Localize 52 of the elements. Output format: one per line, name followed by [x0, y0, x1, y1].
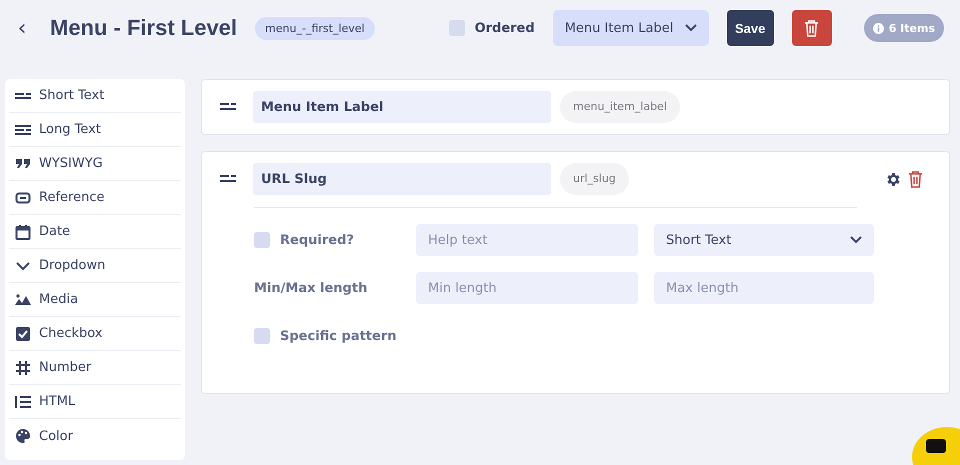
- min-length-input[interactable]: Min length: [416, 272, 638, 304]
- save-button[interactable]: Save: [726, 10, 774, 46]
- field-label-input[interactable]: URL Slug: [253, 163, 551, 195]
- sort-dropdown[interactable]: Menu Item Label: [552, 10, 709, 46]
- chevron-icon: [15, 262, 31, 270]
- pattern-checkbox[interactable]: [254, 328, 270, 344]
- field-type-item[interactable]: Checkbox: [9, 317, 181, 351]
- trash-icon[interactable]: [908, 170, 923, 188]
- dashes-icon: [15, 92, 31, 100]
- field-label-input[interactable]: Menu Item Label: [253, 91, 551, 123]
- required-checkbox[interactable]: [254, 232, 270, 248]
- field-key-tag: menu_item_label: [560, 91, 680, 123]
- count-text: 6 Items: [888, 22, 935, 34]
- page-title: Menu - First Level: [50, 15, 238, 41]
- chevron-icon: [850, 236, 862, 244]
- field-type-item[interactable]: WYSIWYG: [9, 147, 181, 181]
- min-max-label: Min/Max length: [254, 280, 368, 296]
- ordered-label: Ordered: [474, 20, 535, 36]
- back-button[interactable]: ‹: [12, 16, 32, 40]
- slug-tag: menu_-_first_level: [255, 16, 375, 40]
- field-type-item[interactable]: Long Text: [9, 113, 181, 147]
- quote-icon: [15, 158, 31, 169]
- palette-icon: [15, 428, 31, 444]
- link-icon: [15, 192, 31, 204]
- field-type-item[interactable]: Short Text: [9, 79, 181, 113]
- info-icon: [872, 22, 884, 34]
- hash-icon: [15, 360, 31, 376]
- field-type-item[interactable]: Media: [9, 283, 181, 317]
- help-text-input[interactable]: Help text: [416, 224, 638, 256]
- calendar-icon: [15, 224, 31, 240]
- list-icon: [15, 394, 31, 410]
- field-type-item[interactable]: Reference: [9, 181, 181, 215]
- chevron-icon: [684, 24, 697, 32]
- field-type-item[interactable]: Dropdown: [9, 249, 181, 283]
- drag-handle-icon[interactable]: [220, 103, 236, 111]
- ordered-checkbox[interactable]: [448, 20, 465, 36]
- field-type-item[interactable]: Date: [9, 215, 181, 249]
- trash-icon: [804, 20, 820, 36]
- field-type-item[interactable]: HTML: [9, 385, 181, 419]
- image-icon: [15, 294, 31, 305]
- pattern-label: Specific pattern: [280, 328, 397, 344]
- field-type-item[interactable]: Number: [9, 351, 181, 385]
- type-dropdown[interactable]: Short Text: [654, 224, 874, 256]
- delete-button[interactable]: [792, 10, 832, 46]
- field-key-tag: url_slug: [560, 163, 629, 195]
- checkbox-icon: [15, 326, 31, 342]
- field-type-item[interactable]: Color: [9, 419, 181, 453]
- max-length-input[interactable]: Max length: [654, 272, 874, 304]
- required-label: Required?: [280, 232, 354, 248]
- drag-handle-icon[interactable]: [220, 175, 236, 183]
- lines-icon: [15, 124, 31, 136]
- settings-icon[interactable]: [885, 170, 902, 188]
